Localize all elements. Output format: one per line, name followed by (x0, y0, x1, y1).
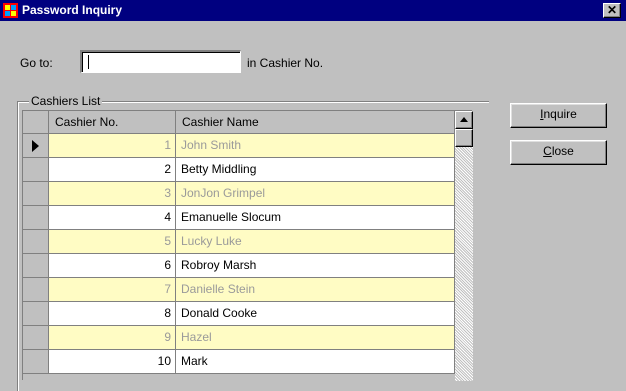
grid-corner-header (23, 111, 49, 134)
cell-cashier-no[interactable]: 10 (49, 350, 176, 374)
cell-cashier-no[interactable]: 2 (49, 158, 176, 182)
cell-cashier-name[interactable]: Danielle Stein (176, 278, 455, 302)
cell-cashier-no[interactable]: 7 (49, 278, 176, 302)
scroll-up-button[interactable] (455, 111, 473, 129)
cell-cashier-name[interactable]: Emanuelle Slocum (176, 206, 455, 230)
column-header-cashier-name[interactable]: Cashier Name (176, 111, 455, 134)
cell-cashier-no[interactable]: 5 (49, 230, 176, 254)
cell-cashier-no[interactable]: 4 (49, 206, 176, 230)
cell-cashier-name[interactable]: Donald Cooke (176, 302, 455, 326)
cell-cashier-name[interactable]: Betty Middling (176, 158, 455, 182)
row-selector[interactable] (23, 182, 49, 206)
goto-label: Go to: (20, 56, 53, 70)
cell-cashier-name[interactable]: Robroy Marsh (176, 254, 455, 278)
close-icon[interactable]: ✕ (603, 3, 621, 18)
goto-input[interactable] (80, 50, 241, 73)
cell-cashier-name[interactable]: Hazel (176, 326, 455, 350)
window-title: Password Inquiry (22, 3, 123, 17)
cell-cashier-no[interactable]: 1 (49, 134, 176, 158)
window-grid-icon (3, 3, 18, 18)
cell-cashier-name[interactable]: John Smith (176, 134, 455, 158)
cell-cashier-no[interactable]: 9 (49, 326, 176, 350)
scroll-thumb[interactable] (455, 129, 473, 147)
row-selector[interactable] (23, 326, 49, 350)
row-selector[interactable] (23, 134, 49, 158)
password-inquiry-window: Password Inquiry ✕ Go to: in Cashier No.… (0, 0, 626, 391)
cashier-no-label: in Cashier No. (247, 56, 324, 70)
row-pointer-icon (32, 140, 39, 152)
title-bar[interactable]: Password Inquiry ✕ (0, 0, 626, 21)
row-selector[interactable] (23, 278, 49, 302)
cell-cashier-name[interactable]: Lucky Luke (176, 230, 455, 254)
cell-cashier-no[interactable]: 6 (49, 254, 176, 278)
cell-cashier-no[interactable]: 3 (49, 182, 176, 206)
row-selector[interactable] (23, 350, 49, 374)
cell-cashier-name[interactable]: Mark (176, 350, 455, 374)
close-button-label: lose (551, 144, 574, 158)
cashiers-list-label: Cashiers List (29, 94, 103, 108)
cell-cashier-name[interactable]: JonJon Grimpel (176, 182, 455, 206)
close-button[interactable]: Close (510, 140, 607, 165)
cell-cashier-no[interactable]: 8 (49, 302, 176, 326)
row-selector[interactable] (23, 254, 49, 278)
cashiers-grid: Cashier No. Cashier Name 1 John Smith 2 Bet… (22, 110, 473, 381)
row-selector[interactable] (23, 230, 49, 254)
row-selector[interactable] (23, 206, 49, 230)
vertical-scrollbar[interactable] (455, 111, 473, 381)
close-button-mnemonic: C (543, 144, 552, 158)
row-selector[interactable] (23, 158, 49, 182)
scroll-up-arrow-icon (460, 117, 468, 122)
inquire-button-label: nquire (543, 107, 577, 121)
column-header-cashier-no[interactable]: Cashier No. (49, 111, 176, 134)
row-selector[interactable] (23, 302, 49, 326)
text-caret (88, 55, 89, 69)
inquire-button[interactable]: Inquire (510, 103, 607, 128)
